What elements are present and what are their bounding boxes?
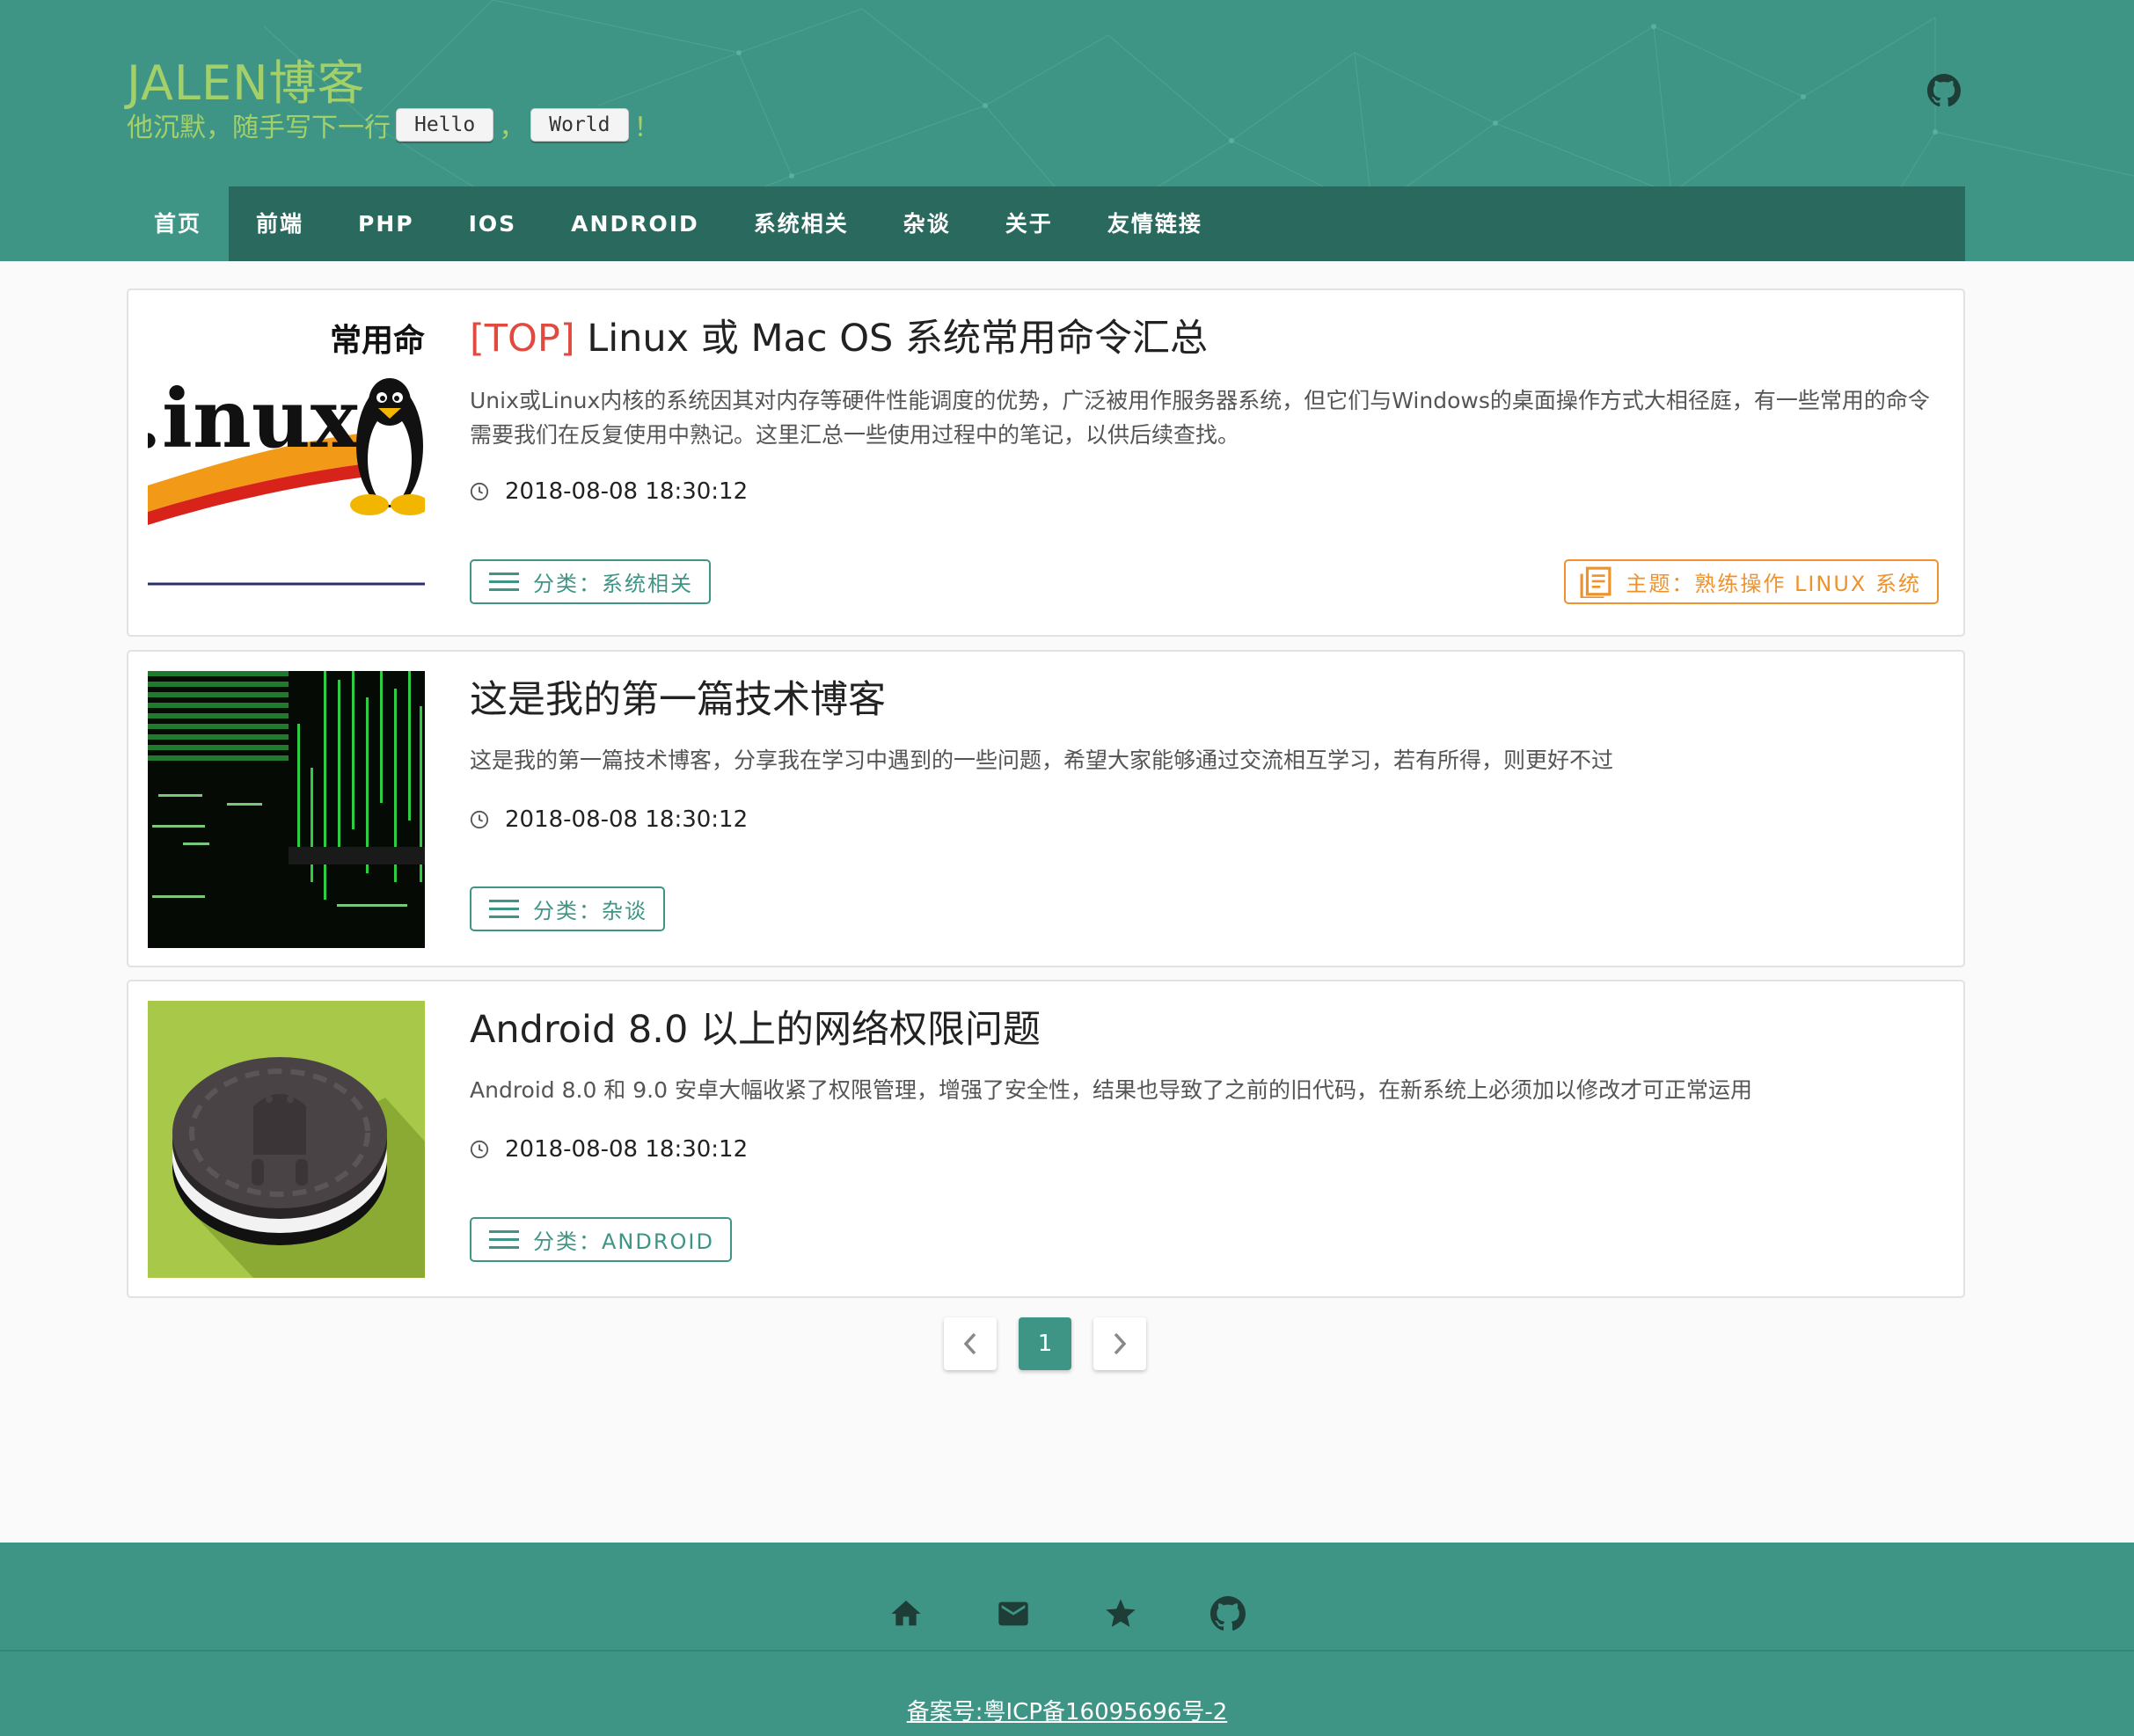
github-icon[interactable] xyxy=(1210,1596,1246,1631)
nav-item-about[interactable]: 关于 xyxy=(978,186,1080,261)
post-title-text: Linux 或 Mac OS 系统常用命令汇总 xyxy=(574,317,1209,361)
menu-icon xyxy=(489,899,519,918)
subtitle-text: 他沉默，随手写下一行 xyxy=(127,113,391,143)
menu-icon xyxy=(489,572,519,591)
post-date: 2018-08-08 18:30:12 xyxy=(470,1136,748,1163)
post-thumbnail-oreo[interactable] xyxy=(148,1001,425,1278)
category-label: 分类：系统相关 xyxy=(533,572,693,596)
article-icon xyxy=(1580,566,1611,598)
nav-item-frontend[interactable]: 前端 xyxy=(229,186,331,261)
nav-item-system[interactable]: 系统相关 xyxy=(727,186,876,261)
kbd-hello: Hello xyxy=(396,108,494,142)
thumb-caption: 常用命 xyxy=(329,323,425,359)
post-thumbnail-matrix[interactable] xyxy=(148,671,425,948)
post-description: Android 8.0 和 9.0 安卓大幅收紧了权限管理，增强了安全性，结果也… xyxy=(470,1077,1752,1103)
pagination: 1 xyxy=(944,1317,1168,1370)
nav-item-friend-links[interactable]: 友情链接 xyxy=(1080,186,1230,261)
category-label: 分类：杂谈 xyxy=(533,899,647,923)
site-header: JALEN博客 他沉默，随手写下一行 Hello ， World ！ 首页 前端… xyxy=(0,0,2134,261)
post-card: 这是我的第一篇技术博客 这是我的第一篇技术博客，分享我在学习中遇到的一些问题，希… xyxy=(127,650,1965,967)
clock-icon xyxy=(470,810,489,829)
category-tag[interactable]: 分类：杂谈 xyxy=(470,886,665,931)
post-title[interactable]: 这是我的第一篇技术博客 xyxy=(470,669,886,724)
nav-item-ios[interactable]: IOS xyxy=(442,186,544,261)
nav-item-php[interactable]: PHP xyxy=(331,186,442,261)
footer-divider xyxy=(0,1650,2134,1652)
post-date: 2018-08-08 18:30:12 xyxy=(470,806,748,833)
category-tag[interactable]: 分类：系统相关 xyxy=(470,559,711,604)
post-description: Unix或Linux内核的系统因其对内存等硬件性能调度的优势，广泛被用作服务器系… xyxy=(470,388,1930,448)
nav-item-misc[interactable]: 杂谈 xyxy=(876,186,978,261)
clock-icon xyxy=(470,1140,489,1159)
topic-tag[interactable]: 主题：熟练操作 LINUX 系统 xyxy=(1564,559,1939,604)
subtitle-suffix: ！ xyxy=(633,113,661,143)
star-icon[interactable] xyxy=(1103,1596,1138,1631)
post-date: 2018-08-08 18:30:12 xyxy=(470,478,748,505)
site-title[interactable]: JALEN博客 xyxy=(127,44,366,113)
mail-icon[interactable] xyxy=(996,1596,1031,1631)
clock-icon xyxy=(470,482,489,501)
thumb-linux-text: .inux xyxy=(148,371,359,466)
site-subtitle: 他沉默，随手写下一行 Hello ， World ！ xyxy=(127,106,661,144)
post-date-text: 2018-08-08 18:30:12 xyxy=(505,478,749,505)
post-description: 这是我的第一篇技术博客，分享我在学习中遇到的一些问题，希望大家能够通过交流相互学… xyxy=(470,748,1614,773)
chevron-left-icon xyxy=(963,1332,976,1355)
prev-page-button[interactable] xyxy=(944,1317,997,1370)
category-label: 分类：ANDROID xyxy=(533,1229,714,1254)
nav-item-android[interactable]: ANDROID xyxy=(544,186,727,261)
menu-icon xyxy=(489,1229,519,1249)
nav-item-home[interactable]: 首页 xyxy=(127,186,230,261)
post-card: Android 8.0 以上的网络权限问题 Android 8.0 和 9.0 … xyxy=(127,980,1965,1298)
main-nav: 首页 前端 PHP IOS ANDROID 系统相关 杂谈 关于 友情链接 xyxy=(127,186,1965,261)
top-marker: [TOP] xyxy=(470,317,575,361)
kbd-world: World xyxy=(530,108,629,142)
post-title[interactable]: Android 8.0 以上的网络权限问题 xyxy=(470,999,1041,1054)
post-date-text: 2018-08-08 18:30:12 xyxy=(505,1136,749,1163)
post-card: 常用命 .inux [TOP] Linux 或 Mac OS 系统常用命令汇总 … xyxy=(127,288,1965,637)
footer-icon-row xyxy=(0,1596,2134,1631)
post-title[interactable]: [TOP] Linux 或 Mac OS 系统常用命令汇总 xyxy=(470,308,1208,362)
github-icon[interactable] xyxy=(1927,74,1961,107)
home-icon[interactable] xyxy=(888,1596,924,1631)
next-page-button[interactable] xyxy=(1093,1317,1146,1370)
topic-label: 主题：熟练操作 LINUX 系统 xyxy=(1626,572,1921,596)
post-date-text: 2018-08-08 18:30:12 xyxy=(505,806,749,833)
icp-beian-link[interactable]: 备案号:粤ICP备16095696号-2 xyxy=(0,1694,2134,1726)
post-thumbnail-linux[interactable]: 常用命 .inux xyxy=(148,310,425,587)
subtitle-separator: ， xyxy=(499,113,526,143)
category-tag[interactable]: 分类：ANDROID xyxy=(470,1217,732,1262)
chevron-right-icon xyxy=(1114,1332,1127,1355)
site-footer: 备案号:粤ICP备16095696号-2 xyxy=(0,1543,2134,1736)
page-1-button[interactable]: 1 xyxy=(1019,1317,1071,1370)
